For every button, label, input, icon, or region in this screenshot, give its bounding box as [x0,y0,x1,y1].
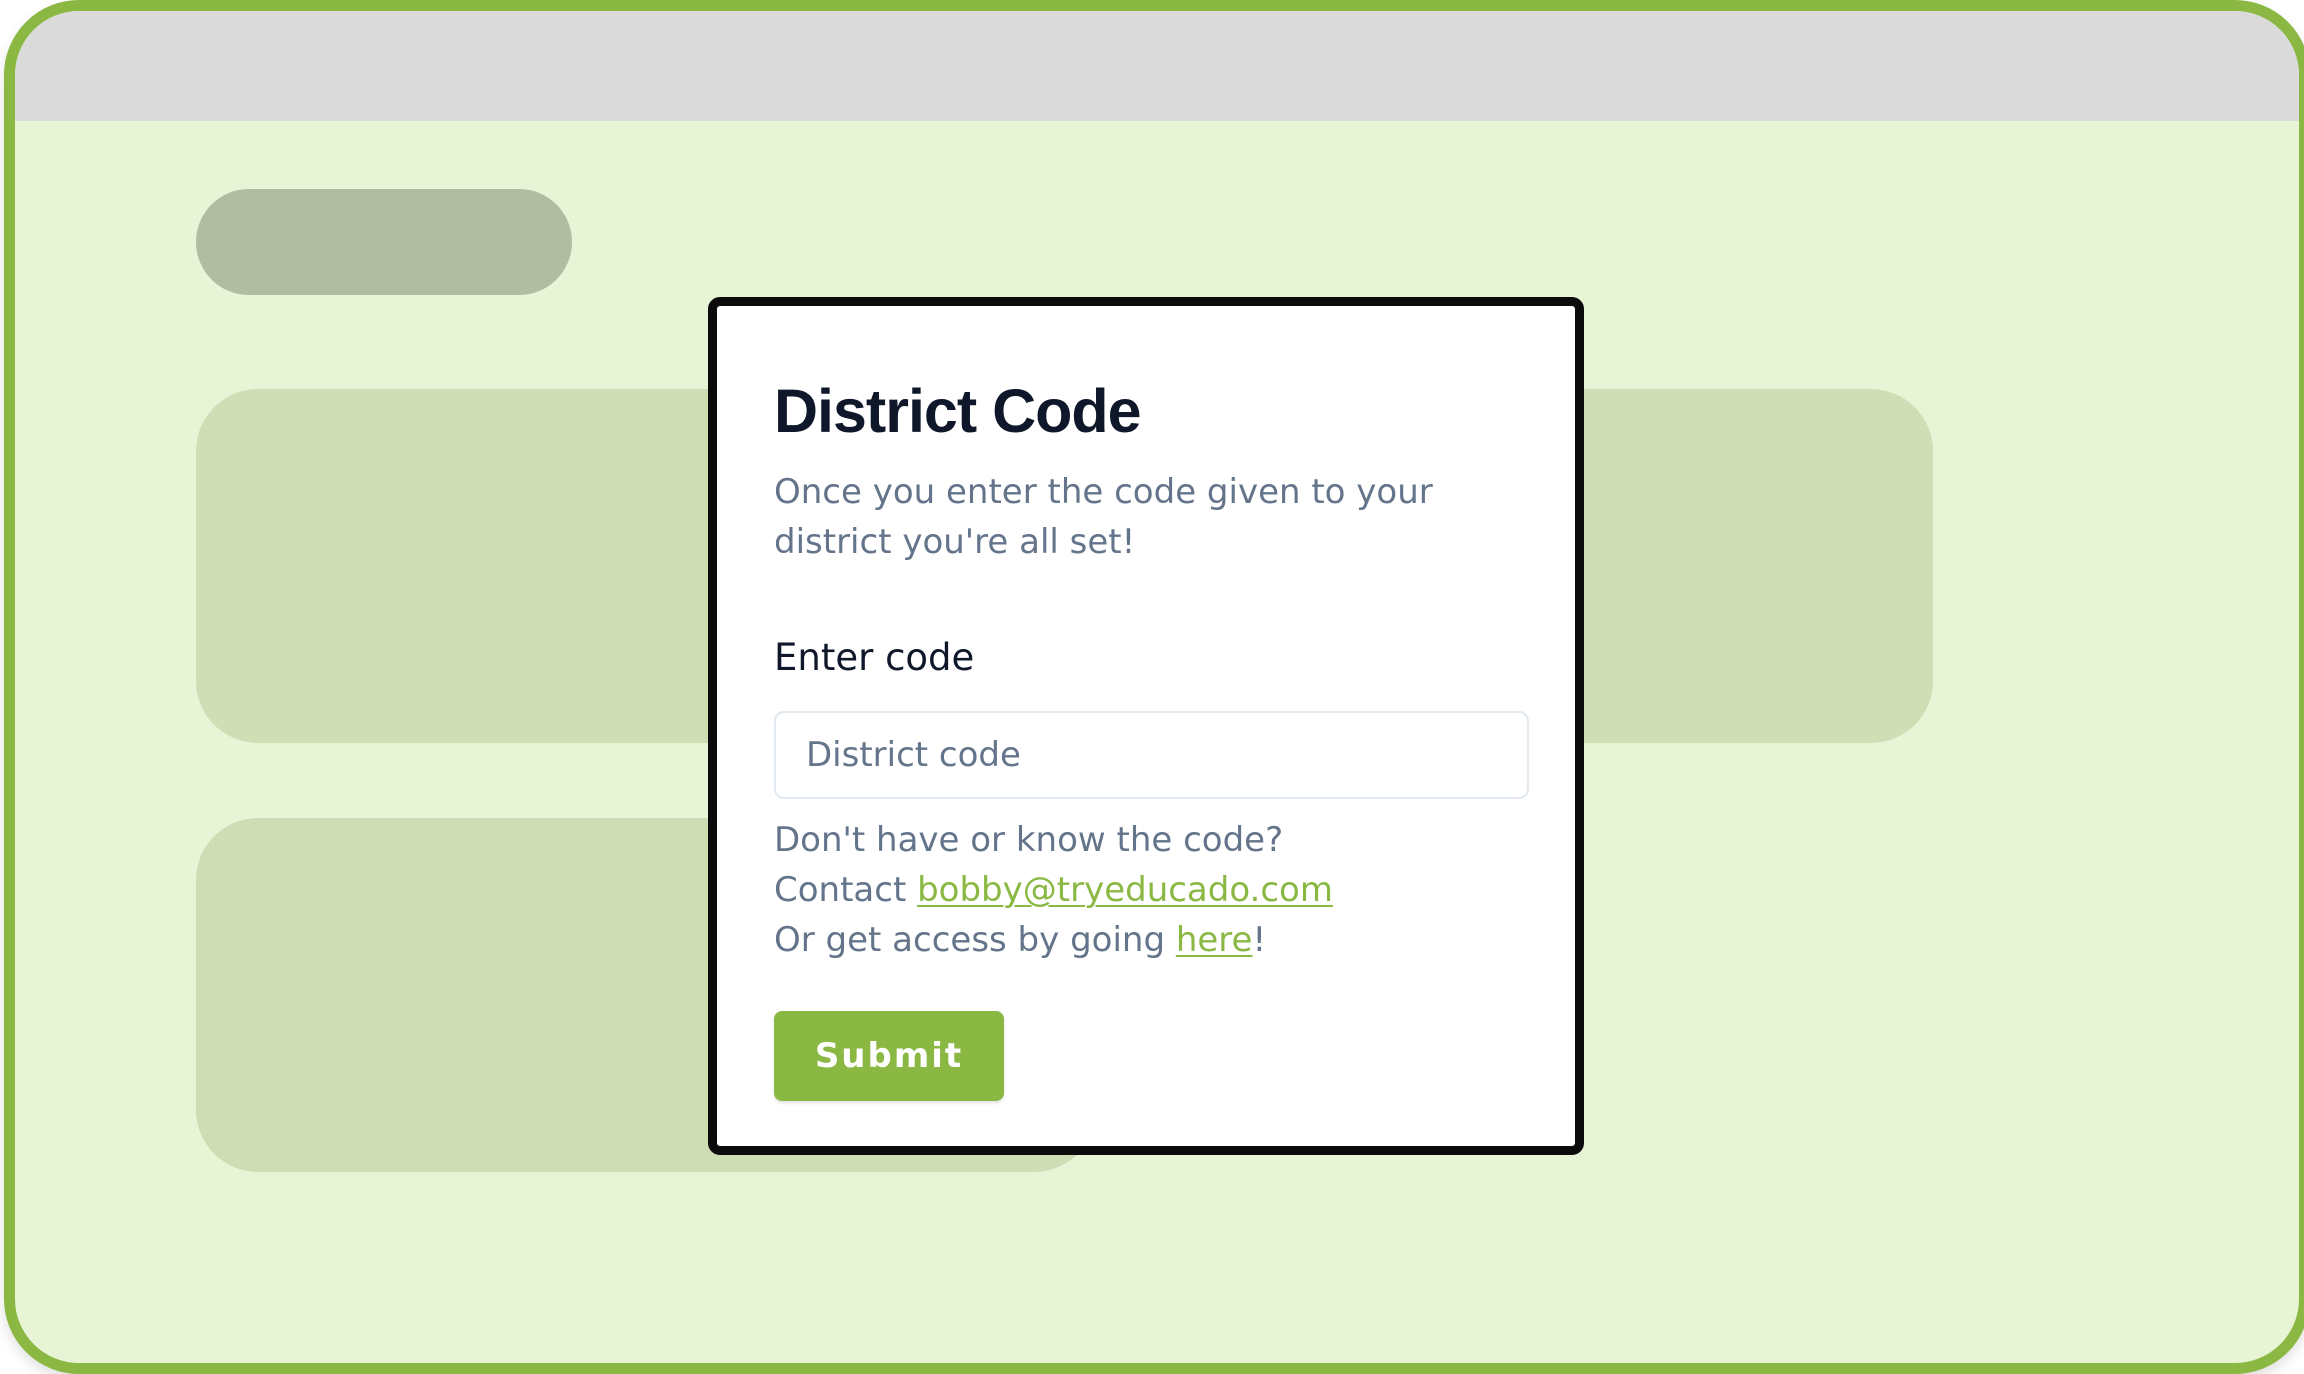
code-field-label: Enter code [774,636,975,679]
submit-button[interactable]: Submit [774,1011,1004,1101]
get-access-link[interactable]: here [1176,920,1253,960]
district-code-modal: District Code Once you enter the code gi… [708,297,1584,1155]
window-top-bar [15,11,2299,121]
help-text: Don't have or know the code? Contact bob… [774,815,1534,965]
access-suffix: ! [1252,920,1267,960]
modal-description: Once you enter the code given to your di… [774,472,1433,562]
help-line-access: Or get access by going here! [774,915,1534,965]
access-prefix: Or get access by going [774,920,1176,960]
modal-title: District Code [774,377,1142,445]
contact-prefix: Contact [774,870,918,910]
help-line-no-code: Don't have or know the code? [774,820,1284,860]
contact-email-link[interactable]: bobby@tryeducado.com [917,870,1333,910]
help-line-contact: Contact bobby@tryeducado.com [774,865,1534,915]
district-code-input[interactable] [774,711,1529,799]
placeholder-pill [196,189,572,295]
